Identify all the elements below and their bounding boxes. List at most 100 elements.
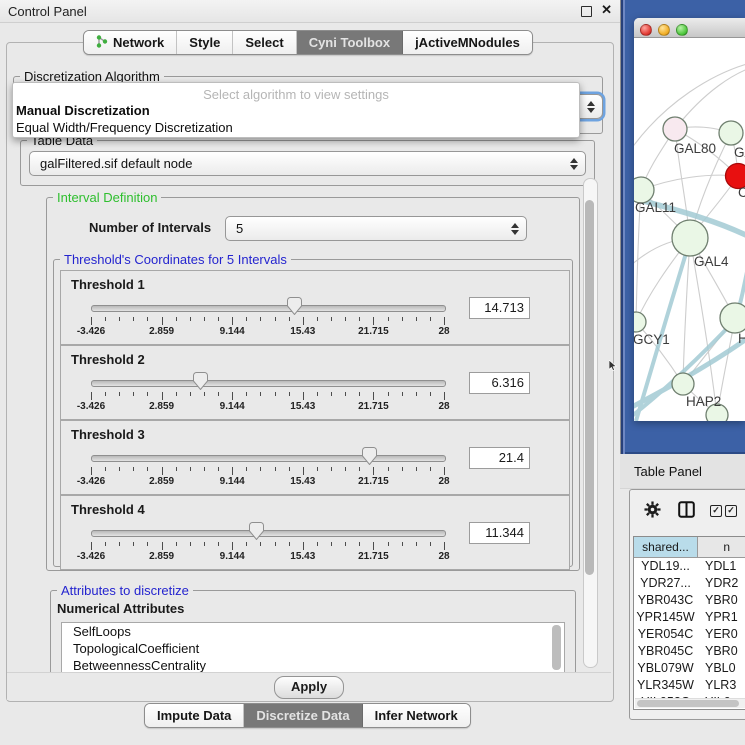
node-gal4[interactable] [672,220,708,256]
table-cell[interactable]: YER0 [698,626,745,643]
horizontal-scrollbar-thumb[interactable] [637,700,739,707]
tab-select[interactable]: Select [233,31,296,54]
slider-track[interactable] [91,455,446,462]
tick-mark [218,317,219,321]
node-h[interactable] [720,303,745,333]
zoom-traffic-light-icon[interactable] [676,24,688,36]
table-cell[interactable]: YDL19... [634,558,698,575]
tab-jactivemnodules[interactable]: jActiveMNodules [403,31,532,54]
table-row[interactable]: YDR27...YDR2 [634,575,745,592]
tab-style[interactable]: Style [177,31,233,54]
tab-impute-data[interactable]: Impute Data [145,704,244,727]
table-cell[interactable]: YBL0 [698,660,745,677]
tick-label: 9.144 [202,551,262,562]
table-toolbar: ✓ ✓ [633,500,745,522]
table-cell[interactable]: YBR045C [634,643,698,660]
table-cell[interactable]: YDL1 [698,558,745,575]
attributes-scrollbar-thumb[interactable] [552,625,561,670]
dropdown-option-manual[interactable]: Manual Discretization [16,103,150,118]
network-view-window[interactable]: GAL80 GA C GAL11 GAL4 GCY1 H HAP2 [634,18,745,421]
tab-infer-network[interactable]: Infer Network [363,704,470,727]
table-cell[interactable]: YDR27... [634,575,698,592]
table-row[interactable]: YDL19...YDL1 [634,558,745,575]
tick-mark [430,317,431,321]
table-cell[interactable]: YBR0 [698,643,745,660]
node-hap2[interactable] [672,373,694,395]
threshold-value-field[interactable]: 21.4 [469,447,530,469]
numerical-attributes-list[interactable]: SelfLoopsTopologicalCoefficientBetweenne… [61,622,565,674]
tick-label: 21.715 [343,326,403,337]
threshold-slider[interactable]: -3.4262.8599.14415.4321.71528 [83,370,452,416]
column-header-shared-name[interactable]: shared... [634,537,698,557]
table-data-combobox[interactable]: galFiltered.sif default node [29,151,586,176]
tick-label: -3.426 [61,551,121,562]
threshold-value-field[interactable]: 14.713 [469,297,530,319]
close-icon[interactable]: ✕ [601,2,612,18]
threshold-slider[interactable]: -3.4262.8599.14415.4321.71528 [83,295,452,341]
table-cell[interactable]: YBR0 [698,592,745,609]
table-row[interactable]: YBR043CYBR0 [634,592,745,609]
cyni-mode-tabbar: Impute Data Discretize Data Infer Networ… [144,703,471,728]
checkbox-icon[interactable]: ✓ [710,505,722,517]
table-row[interactable]: YER054CYER0 [634,626,745,643]
slider-track[interactable] [91,530,446,537]
table-row[interactable]: YLR345WYLR3 [634,677,745,694]
number-of-intervals-combobox[interactable]: 5 [225,216,527,241]
tick-mark [373,392,374,400]
slider-thumb[interactable] [193,372,208,390]
tick-label: 9.144 [202,326,262,337]
table-horizontal-scrollbar[interactable] [635,698,745,708]
tick-mark [147,467,148,471]
split-columns-icon[interactable] [678,501,695,521]
tab-discretize-data[interactable]: Discretize Data [244,704,362,727]
apply-button[interactable]: Apply [274,676,344,699]
slider-track[interactable] [91,305,446,312]
table-cell[interactable]: YBR043C [634,592,698,609]
tick-mark [91,392,92,400]
close-traffic-light-icon[interactable] [640,24,652,36]
tick-mark [388,542,389,546]
table-row[interactable]: YPR145WYPR1 [634,609,745,626]
table-cell[interactable]: YBL079W [634,660,698,677]
slider-thumb[interactable] [287,297,302,315]
slider-thumb[interactable] [249,522,264,540]
attribute-item[interactable]: TopologicalCoefficient [62,640,564,657]
slider-tick-labels: -3.4262.8599.14415.4321.71528 [83,401,452,413]
table-cell[interactable]: YLR345W [634,677,698,694]
table-cell[interactable]: YER054C [634,626,698,643]
column-header-name[interactable]: n [698,537,745,557]
table-cell[interactable]: YPR145W [634,609,698,626]
threshold-panel: Threshold 4 -3.4262.8599.14415.4321.7152… [60,495,570,570]
node-gcy1[interactable] [634,312,646,332]
node-gal80[interactable] [663,117,687,141]
network-canvas[interactable]: GAL80 GA C GAL11 GAL4 GCY1 H HAP2 [634,37,745,421]
node-label: GAL11 [635,200,676,215]
tick-label: 2.859 [132,401,192,412]
node-gal[interactable] [719,121,743,145]
threshold-value-field[interactable]: 11.344 [469,522,530,544]
slider-track[interactable] [91,380,446,387]
table-cell[interactable]: YLR3 [698,677,745,694]
tab-network[interactable]: Network [84,31,177,54]
checkbox-icon[interactable]: ✓ [725,505,737,517]
threshold-slider[interactable]: -3.4262.8599.14415.4321.71528 [83,445,452,491]
table-row[interactable]: YBR045CYBR0 [634,643,745,660]
settings-scrollbar-thumb[interactable] [585,200,594,575]
table-cell[interactable]: YPR1 [698,609,745,626]
tab-cyni-toolbox[interactable]: Cyni Toolbox [297,31,403,54]
float-window-icon[interactable] [581,6,592,17]
dropdown-option-equal-width[interactable]: Equal Width/Frequency Discretization [16,120,233,135]
tick-mark [388,467,389,471]
threshold-slider[interactable]: -3.4262.8599.14415.4321.71528 [83,520,452,566]
gear-icon[interactable] [644,501,661,521]
tick-mark [204,317,205,321]
slider-thumb[interactable] [362,447,377,465]
threshold-panel: Threshold 2 -3.4262.8599.14415.4321.7152… [60,345,570,420]
table-row[interactable]: YBL079WYBL0 [634,660,745,677]
minimize-traffic-light-icon[interactable] [658,24,670,36]
threshold-value-field[interactable]: 6.316 [469,372,530,394]
attribute-item[interactable]: SelfLoops [62,623,564,640]
table-cell[interactable]: YDR2 [698,575,745,592]
tick-label: 15.43 [273,551,333,562]
tick-mark [345,317,346,321]
